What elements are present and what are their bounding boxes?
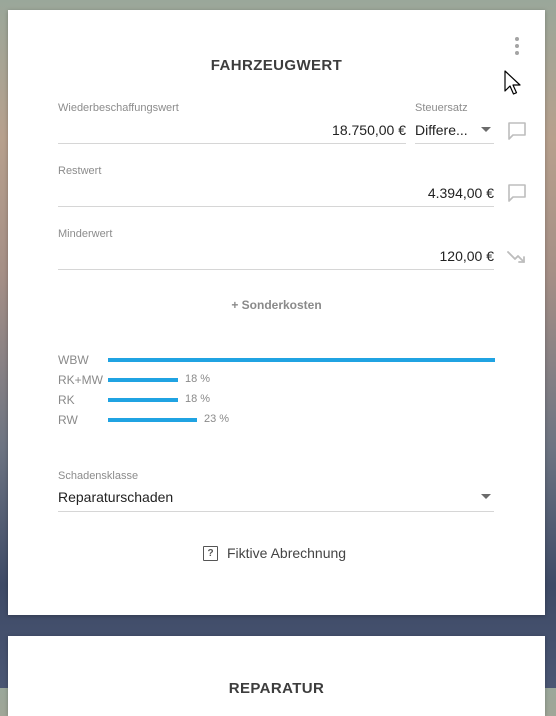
bar-label-rk: RK: [58, 393, 75, 407]
restwert-underline: [58, 206, 494, 207]
bar-pct-rkmw: 18 %: [185, 373, 211, 385]
reparatur-card: REPARATUR: [8, 636, 545, 716]
bar-rk: [108, 398, 178, 402]
trending-down-icon[interactable]: [506, 246, 528, 268]
chevron-down-icon[interactable]: [481, 494, 491, 499]
fiktive-abrechnung-label: Fiktive Abrechnung: [227, 545, 347, 561]
steuersatz-label: Steuersatz: [415, 102, 468, 114]
bar-pct-rk: 18 %: [185, 393, 211, 405]
minderwert-label: Minderwert: [58, 228, 113, 240]
more-vert-icon[interactable]: [511, 36, 523, 58]
bar-rw: [108, 418, 197, 422]
restwert-label: Restwert: [58, 165, 102, 177]
schadensklasse-label: Schadensklasse: [58, 470, 139, 482]
bar-rkmw: [108, 378, 178, 382]
steuersatz-underline: [415, 143, 494, 144]
restwert-input[interactable]: 4.394,00 €: [58, 185, 494, 201]
schadensklasse-select[interactable]: Reparaturschaden: [58, 489, 458, 505]
steuersatz-select[interactable]: Differe...: [415, 122, 477, 138]
comment-icon[interactable]: [506, 182, 528, 204]
bar-pct-rw: 23 %: [204, 413, 230, 425]
bar-label-wbw: WBW: [58, 353, 89, 367]
fahrzeugwert-card: FAHRZEUGWERT Wiederbeschaffungswert 18.7…: [8, 10, 545, 615]
bar-label-rw: RW: [58, 413, 78, 427]
wbw-input[interactable]: 18.750,00 €: [58, 122, 406, 138]
wbw-underline: [58, 143, 406, 144]
wbw-label: Wiederbeschaffungswert: [58, 102, 179, 114]
help-box-icon: ?: [203, 546, 218, 561]
minderwert-input[interactable]: 120,00 €: [58, 248, 495, 264]
chevron-down-icon[interactable]: [481, 127, 491, 132]
mouse-pointer-icon: [504, 70, 521, 95]
schadensklasse-underline: [58, 511, 494, 512]
card-title: FAHRZEUGWERT: [210, 57, 343, 74]
card-title: REPARATUR: [228, 680, 325, 697]
bar-wbw: [108, 358, 495, 362]
sonderkosten-button[interactable]: + Sonderkosten: [8, 298, 545, 312]
bar-label-rkmw: RK+MW: [58, 373, 103, 387]
comment-icon[interactable]: [506, 120, 528, 142]
minderwert-underline: [58, 269, 494, 270]
